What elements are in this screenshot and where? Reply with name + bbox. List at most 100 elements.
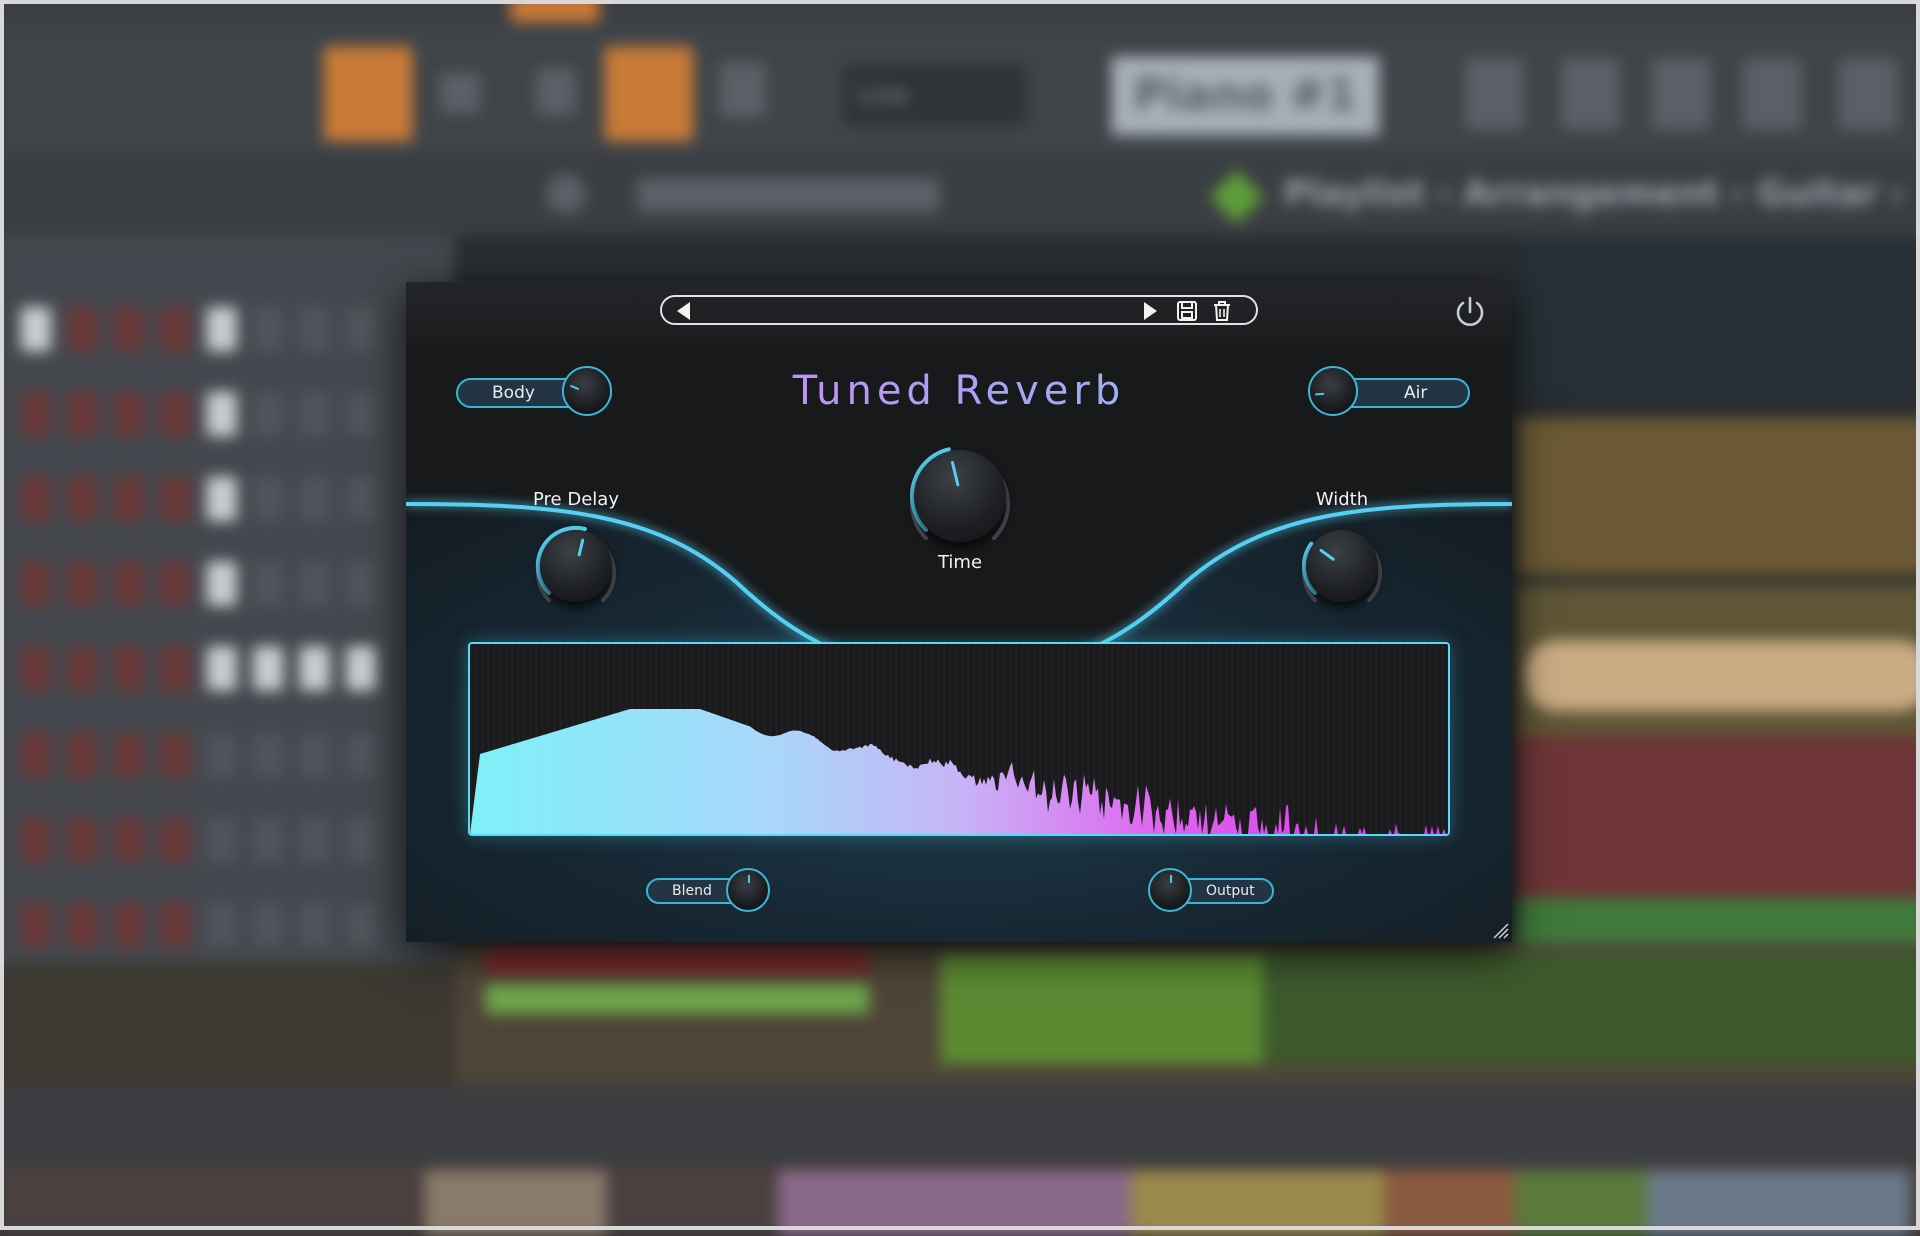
channel-step [207,392,237,436]
body-control[interactable]: Body [456,378,612,408]
pre-delay-knob[interactable] [526,516,626,616]
save-icon[interactable] [1176,299,1198,323]
time-knob[interactable] [898,434,1022,558]
playlist-breadcrumb: Playlist - Arrangement › Guitar › [1283,174,1904,214]
channel-step [21,646,51,690]
channel-step [253,392,283,436]
resize-grip-icon[interactable] [1492,922,1510,940]
trash-icon[interactable] [1212,299,1232,323]
output-knob[interactable] [1148,868,1192,912]
channel-step [299,733,329,777]
air-knob[interactable] [1308,366,1358,416]
channel-step [299,392,329,436]
channel-step [253,561,283,605]
channel-step [207,818,237,862]
plugin-top-bar [406,282,1512,345]
channel-step [253,307,283,351]
time-knob-cap [914,450,1006,542]
audio-waveform [1526,640,1920,711]
spectrum-display [468,642,1450,836]
channel-step [346,561,376,605]
output-control[interactable]: Output [1150,878,1274,904]
blend-control[interactable]: Blend [646,878,762,904]
body-knob-indicator [570,385,579,390]
channel-step [346,307,376,351]
toolbar-mixer-icon [1743,58,1802,129]
preset-prev-icon[interactable] [674,300,694,322]
pre-delay-knob-cap [540,530,612,602]
air-control[interactable]: Air [1310,378,1470,408]
toolbar-pianoroll-icon [1561,58,1620,129]
channel-step [253,903,283,947]
width-knob-cap [1306,530,1378,602]
time-label: Time [890,552,1030,573]
channel-step [346,733,376,777]
key-block [778,1171,1132,1236]
channel-step [21,307,51,351]
channel-step [21,392,51,436]
output-label: Output [1206,880,1255,902]
track-guitar [1516,418,1920,575]
channel-step [160,392,190,436]
air-label: Air [1404,380,1427,406]
channel-step [299,903,329,947]
channel-step [207,733,237,777]
channel-step [160,646,190,690]
body-knob[interactable] [562,366,612,416]
channel-step [67,307,97,351]
channel-step [21,733,51,777]
pianoroll-toolbar [0,1085,1920,1166]
channel-step [114,561,144,605]
channel-step [207,477,237,521]
blend-knob[interactable] [726,868,770,912]
channel-step [207,646,237,690]
channel-step [67,733,97,777]
channel-step [299,646,329,690]
key-block [1647,1171,1910,1236]
channel-step [67,903,97,947]
key-block [425,1171,607,1236]
width-knob[interactable] [1292,516,1392,616]
preset-browser[interactable] [660,295,1258,325]
channel-step [160,818,190,862]
key-block [1132,1171,1384,1236]
channel-step [346,477,376,521]
playlist-ruler [1516,236,1920,398]
body-label: Body [492,380,535,406]
channel-step [114,646,144,690]
channel-step [160,733,190,777]
channel-step [67,392,97,436]
snap-select: Line [844,65,1026,126]
channel-step [253,733,283,777]
playlist-tools [637,178,940,212]
channel-step [160,903,190,947]
channel-step [21,477,51,521]
channel-step [67,646,97,690]
power-icon[interactable] [1451,294,1489,332]
preset-next-icon[interactable] [1140,300,1160,322]
toolbar-browser-icon [1839,58,1898,129]
channel-step [21,818,51,862]
toolbar-orange-button [324,46,413,141]
channel-step [253,477,283,521]
channel-step [346,818,376,862]
channel-step [160,477,190,521]
channel-step [207,561,237,605]
air-knob-indicator [1315,393,1324,396]
width-label: Width [1272,489,1412,510]
channel-step [114,818,144,862]
key-block [1516,1171,1647,1236]
channel-step [299,818,329,862]
output-knob-indicator [1170,875,1172,883]
channel-step [21,903,51,947]
channel-step [207,903,237,947]
spectrum-graph [470,644,1448,834]
channel-step [253,818,283,862]
channel-step [114,477,144,521]
key-block [1384,1171,1515,1236]
toolbar-arrow-icon [440,73,480,113]
toolbar-orange-button-2 [604,46,693,141]
blend-label: Blend [672,880,712,902]
clip-lime [485,984,869,1014]
clip-green-strip [1263,953,1920,1064]
